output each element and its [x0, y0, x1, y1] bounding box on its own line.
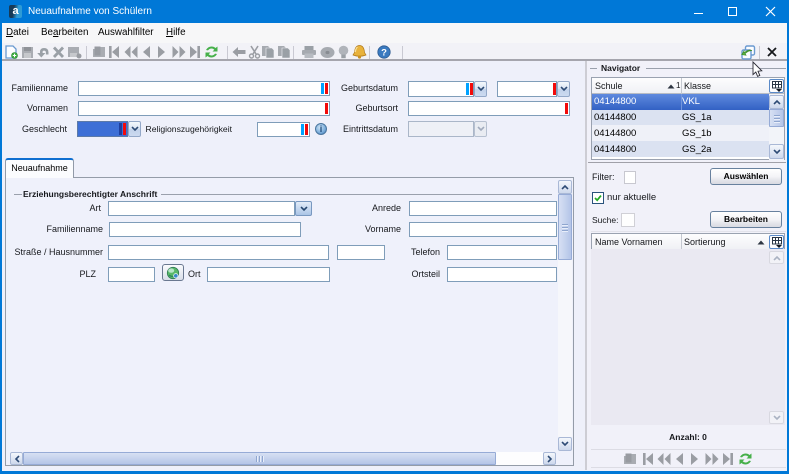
svg-text:?: ? — [381, 48, 387, 59]
